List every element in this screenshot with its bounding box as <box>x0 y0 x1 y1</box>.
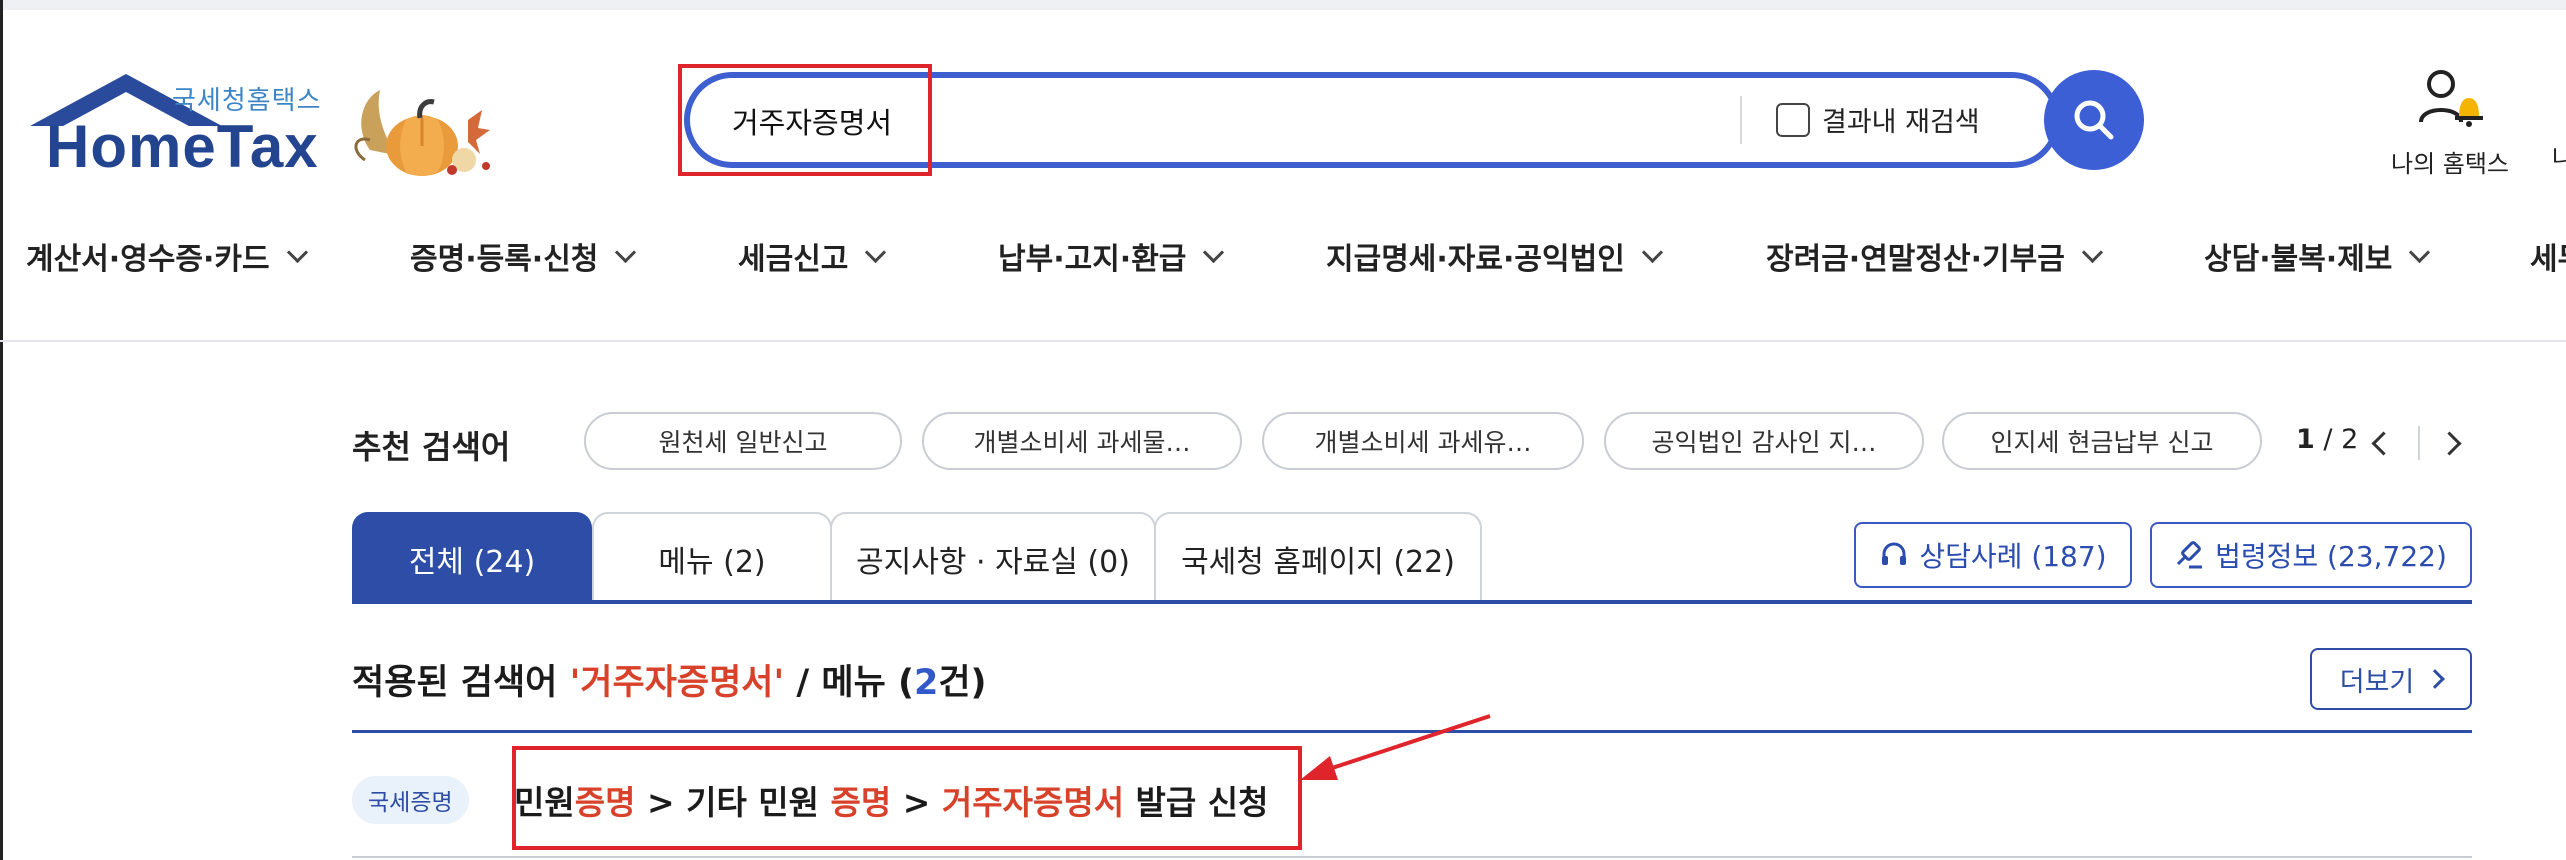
logo-title: HomeTax <box>46 113 319 180</box>
nav-item-tax[interactable]: 세무 <box>2530 234 2566 278</box>
result-count: 2 <box>913 663 939 703</box>
nav-item-certificate[interactable]: 증명·등록·신청 <box>410 234 637 278</box>
tab-all[interactable]: 전체 (24) <box>352 512 592 604</box>
pager-total: / 2 <box>2323 424 2359 455</box>
nav-divider <box>0 340 2566 342</box>
counsel-cases-button[interactable]: 상담사례 (187) <box>1854 522 2132 588</box>
recheck-label: 결과내 재검색 <box>1822 107 1980 138</box>
top-strip <box>0 0 2566 10</box>
recommend-title: 추천 검색어 <box>352 428 511 466</box>
result-highlight-box <box>512 746 1302 850</box>
chevron-down-icon <box>865 241 887 263</box>
nav-item-incentive[interactable]: 장려금·연말정산·기부금 <box>1766 234 2103 278</box>
my-hometax-label: 나의 홈택스 <box>2390 150 2510 178</box>
law-info-button[interactable]: 법령정보 (23,722) <box>2150 522 2472 588</box>
recommend-chip[interactable]: 원천세 일반신고 <box>584 412 902 470</box>
search-icon <box>2074 100 2114 140</box>
chevron-left-icon <box>2370 430 2396 456</box>
result-row-divider <box>352 856 2472 858</box>
chevron-down-icon <box>1641 241 1663 263</box>
tab-underline <box>352 600 2472 604</box>
pager-next-button[interactable] <box>2434 428 2464 458</box>
header-cut-label[interactable]: 나 <box>2552 138 2566 173</box>
recommend-chip[interactable]: 인지세 현금납부 신고 <box>1942 412 2262 470</box>
more-button[interactable]: 더보기 <box>2310 648 2472 710</box>
category-badge: 국세증명 <box>352 776 469 824</box>
search-button[interactable] <box>2044 70 2144 170</box>
gavel-icon <box>2177 541 2203 569</box>
nav-item-consult[interactable]: 상담·불복·제보 <box>2204 234 2431 278</box>
autumn-pumpkin-icon <box>354 90 490 176</box>
main-nav: 계산서·영수증·카드 증명·등록·신청 세금신고 납부·고지·환급 지급명세·자… <box>26 234 2566 284</box>
window-edge <box>0 0 3 860</box>
counsel-cases-label: 상담사례 (187) <box>1919 540 2107 573</box>
chevron-right-icon <box>2425 669 2446 689</box>
pager-divider <box>2418 426 2420 460</box>
nav-item-payment[interactable]: 납부·고지·환급 <box>998 234 1225 278</box>
my-hometax-button[interactable]: 나의 홈택스 <box>2380 66 2520 179</box>
recheck-checkbox[interactable] <box>1776 102 1810 137</box>
user-bell-icon <box>2419 70 2483 127</box>
chevron-right-icon <box>2436 430 2462 456</box>
pager-current: 1 <box>2296 424 2315 455</box>
law-info-label: 법령정보 (23,722) <box>2215 540 2447 573</box>
recheck-option[interactable]: 결과내 재검색 <box>1776 100 1980 139</box>
nav-item-invoice[interactable]: 계산서·영수증·카드 <box>26 234 308 278</box>
nav-item-tax-report[interactable]: 세금신고 <box>738 234 887 278</box>
hometax-logo[interactable]: 국세청홈택스 HomeTax <box>26 68 346 180</box>
chevron-down-icon <box>2409 241 2431 263</box>
chevron-down-icon <box>1203 241 1225 263</box>
applied-keyword: '거주자증명서' <box>569 663 785 703</box>
recommend-chip[interactable]: 공익법인 감사인 지… <box>1604 412 1924 470</box>
more-label: 더보기 <box>2339 666 2415 698</box>
recommend-chip[interactable]: 개별소비세 과세물… <box>922 412 1242 470</box>
applied-search-heading: 적용된 검색어 '거주자증명서' / 메뉴 (2건) <box>352 663 987 703</box>
annotation-arrow-icon <box>1300 714 1491 780</box>
pager-prev-button[interactable] <box>2368 428 2398 458</box>
recommend-pager: 1 / 2 <box>2296 424 2358 455</box>
nav-item-statements[interactable]: 지급명세·자료·공익법인 <box>1326 234 1663 278</box>
tab-notice[interactable]: 공지사항 · 자료실 (0) <box>830 512 1156 604</box>
chevron-down-icon <box>2081 241 2103 263</box>
chevron-down-icon <box>286 241 308 263</box>
tab-nts-homepage[interactable]: 국세청 홈페이지 (22) <box>1154 512 1482 604</box>
search-highlight-box <box>678 64 932 176</box>
chevron-down-icon <box>615 241 637 263</box>
search-divider <box>1740 96 1742 144</box>
tab-menu[interactable]: 메뉴 (2) <box>592 512 832 604</box>
recommend-chip[interactable]: 개별소비세 과세유… <box>1262 412 1584 470</box>
headset-icon <box>1882 542 1907 565</box>
